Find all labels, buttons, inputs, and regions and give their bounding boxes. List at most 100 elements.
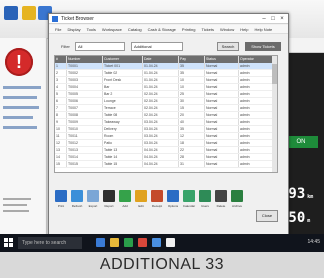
menu-item[interactable]: Catalog <box>128 27 142 32</box>
toolbar-button[interactable]: Report <box>102 190 116 226</box>
table-row[interactable]: 9 T0009 Takeaway 03.04.24 40 Normal admin <box>55 119 277 126</box>
toolbar-button[interactable]: Refresh <box>70 190 84 226</box>
vertical-scrollbar[interactable] <box>272 56 277 172</box>
tool-icon <box>151 190 163 202</box>
table-row[interactable]: 12 T0012 Patio 03.04.24 18 Normal admin <box>55 140 277 147</box>
scrollbar-thumb[interactable] <box>272 64 277 84</box>
table-cell: 1 <box>55 63 67 69</box>
tool-icon <box>55 190 67 202</box>
table-cell: 10 <box>179 77 205 83</box>
table-cell: 13 <box>55 147 67 153</box>
app-icon[interactable] <box>138 238 147 247</box>
menu-item[interactable]: Cash & Storage <box>148 27 176 32</box>
table-cell: Delivery <box>103 126 143 132</box>
toolbar-button[interactable]: Edit <box>134 190 148 226</box>
table-row[interactable]: 15 T0015 Table 15 04.04.24 31 Normal admin <box>55 161 277 168</box>
home-icon[interactable] <box>4 6 18 20</box>
status-badge: ON <box>284 136 318 148</box>
toolbar-button[interactable]: Users <box>198 190 212 226</box>
column-header[interactable]: Status <box>205 56 239 63</box>
column-header[interactable]: Number <box>67 56 103 63</box>
toolbar-button[interactable]: Calendar <box>182 190 196 226</box>
toolbar-button[interactable]: Print <box>54 190 68 226</box>
app-icon[interactable] <box>152 238 161 247</box>
nav-item[interactable] <box>3 116 33 119</box>
toolbar-button[interactable]: Receipt <box>150 190 164 226</box>
toolbar-button[interactable]: Delete <box>214 190 228 226</box>
table-row[interactable]: 8 T0008 Table 08 02.04.24 20 Normal admin <box>55 112 277 119</box>
menu-item[interactable]: Tools <box>87 27 96 32</box>
menu-item[interactable]: Tickets <box>201 27 214 32</box>
toolbar-button[interactable]: Add <box>118 190 132 226</box>
table-cell: T0001 <box>67 63 103 69</box>
menu-item[interactable]: Help Note <box>254 27 272 32</box>
menu-item[interactable]: Display <box>67 27 80 32</box>
app-icon[interactable] <box>166 238 175 247</box>
column-header[interactable]: Pay <box>179 56 205 63</box>
table-cell: T0006 <box>67 98 103 104</box>
caption-text: ADDITIONAL 33 <box>0 252 324 278</box>
field-input[interactable]: Additional <box>131 42 183 51</box>
nav-item[interactable] <box>3 126 37 129</box>
table-row[interactable]: 11 T0011 Room 03.04.24 12 Normal admin <box>55 133 277 140</box>
table-cell: 04.04.24 <box>143 154 179 160</box>
stop-icon[interactable]: ! <box>5 48 33 76</box>
column-header[interactable]: Customer <box>103 56 143 63</box>
close-icon[interactable]: × <box>278 15 286 23</box>
app-icon[interactable] <box>124 238 133 247</box>
toolbar-button[interactable]: Options <box>166 190 180 226</box>
table-cell: Normal <box>205 112 239 118</box>
nav-item[interactable] <box>3 96 37 99</box>
column-header[interactable]: Date <box>143 56 179 63</box>
table-row[interactable]: 2 T0002 Table 02 01.04.24 35 Normal admin <box>55 70 277 77</box>
table-cell: 30 <box>179 98 205 104</box>
column-header[interactable]: # <box>55 56 67 63</box>
windows-start-icon[interactable] <box>4 238 13 247</box>
file-explorer-icon[interactable] <box>110 238 119 247</box>
table-cell: Normal <box>205 63 239 69</box>
menu-item[interactable]: Printing <box>182 27 196 32</box>
table-row[interactable]: 7 T0007 Terrace 02.04.24 15 Normal admin <box>55 105 277 112</box>
clock: 14:45 <box>307 239 320 245</box>
table-cell: Table 15 <box>103 161 143 167</box>
grid-header: # Number Customer Date Pay Status Operator <box>55 56 277 63</box>
menu-item[interactable]: Window <box>220 27 234 32</box>
table-row[interactable]: 10 T0010 Delivery 03.04.24 35 Normal admin <box>55 126 277 133</box>
menu-item[interactable]: Workspace <box>102 27 122 32</box>
table-cell: T0013 <box>67 147 103 153</box>
table-row[interactable]: 5 T0005 Bar 2 02.04.24 25 Normal admin <box>55 91 277 98</box>
close-button[interactable]: Close <box>256 210 278 222</box>
toolbar-button[interactable]: Archive <box>230 190 244 226</box>
table-cell: Bar 2 <box>103 91 143 97</box>
table-cell: 6 <box>55 98 67 104</box>
table-cell: T0014 <box>67 154 103 160</box>
menu-item[interactable]: File <box>55 27 61 32</box>
filter-select[interactable]: All <box>75 42 125 51</box>
table-cell: 01.04.24 <box>143 70 179 76</box>
folder-icon[interactable] <box>22 6 36 20</box>
nav-item[interactable] <box>3 106 39 109</box>
tool-icon <box>199 190 211 202</box>
tool-icon <box>231 190 243 202</box>
nav-item[interactable] <box>3 86 41 89</box>
show-tickets-button[interactable]: Show Tickets <box>245 42 281 51</box>
table-cell: 15 <box>179 105 205 111</box>
toolbar-button[interactable]: Export <box>86 190 100 226</box>
taskbar-search-input[interactable]: Type here to search <box>18 237 82 249</box>
table-cell: Normal <box>205 154 239 160</box>
table-row[interactable]: 14 T0014 Table 14 04.04.24 28 Normal admin <box>55 154 277 161</box>
search-button[interactable]: Search <box>217 42 239 51</box>
table-row[interactable]: 13 T0013 Table 13 04.04.24 22 Normal admin <box>55 147 277 154</box>
ticket-grid: # Number Customer Date Pay Status Operator 1 T0… <box>54 55 278 173</box>
table-row[interactable]: 4 T0004 Bar 01.04.24 10 Normal admin <box>55 84 277 91</box>
minimize-icon[interactable]: – <box>260 15 268 23</box>
table-cell: Normal <box>205 77 239 83</box>
table-row[interactable]: 3 T0003 Front Desk 01.04.24 10 Normal admin <box>55 77 277 84</box>
table-row[interactable]: 6 T0006 Lounge 02.04.24 30 Normal admin <box>55 98 277 105</box>
table-cell: 01.04.24 <box>143 84 179 90</box>
maximize-icon[interactable]: □ <box>269 15 277 23</box>
table-row[interactable]: 1 T0001 Ticket 001 01.04.24 35 Normal admin <box>55 63 277 70</box>
app-logo-icon <box>52 16 58 22</box>
task-view-icon[interactable] <box>96 238 105 247</box>
menu-item[interactable]: Help <box>240 27 248 32</box>
